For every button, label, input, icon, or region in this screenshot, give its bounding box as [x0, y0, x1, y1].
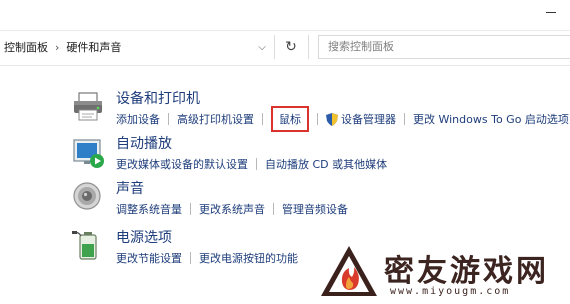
title-bar	[0, 0, 570, 28]
change-power-saving-link[interactable]: 更改节能设置	[116, 250, 182, 266]
divider	[308, 35, 309, 59]
category-autoplay: 自动播放 更改媒体或设备的默认设置 自动播放 CD 或其他媒体	[72, 133, 570, 177]
divider	[168, 113, 169, 125]
mouse-link-highlight: 鼠标	[271, 106, 309, 132]
divider	[190, 252, 191, 264]
divider	[274, 35, 275, 59]
category-links: 添加设备 高级打印机设置 鼠标 设备管理器 更改 Windows To Go 启…	[116, 106, 569, 132]
shield-icon	[326, 112, 338, 126]
watermark-logo-icon	[318, 242, 380, 300]
device-manager-link[interactable]: 设备管理器	[341, 111, 396, 127]
breadcrumb[interactable]: 控制面板 › 硬件和声音	[4, 35, 270, 59]
minimize-button[interactable]	[546, 12, 556, 13]
watermark-text: 密友游戏网	[384, 254, 549, 289]
category-links: 调整系统音量 更改系统声音 管理音频设备	[116, 201, 348, 217]
divider	[404, 113, 405, 125]
adjust-volume-link[interactable]: 调整系统音量	[116, 201, 182, 217]
manage-audio-devices-link[interactable]: 管理音频设备	[282, 201, 348, 217]
add-device-link[interactable]: 添加设备	[116, 111, 160, 127]
category-links: 更改媒体或设备的默认设置 自动播放 CD 或其他媒体	[116, 156, 387, 172]
divider	[317, 113, 318, 125]
autoplay-cd-link[interactable]: 自动播放 CD 或其他媒体	[265, 156, 387, 172]
autoplay-icon	[72, 135, 106, 169]
windows-to-go-link[interactable]: 更改 Windows To Go 启动选项	[413, 111, 569, 127]
advanced-printer-settings-link[interactable]: 高级打印机设置	[177, 111, 254, 127]
divider	[256, 158, 257, 170]
category-title[interactable]: 声音	[116, 178, 144, 198]
divider	[273, 203, 274, 215]
chevron-right-icon: ›	[55, 40, 60, 54]
refresh-icon[interactable]: ↻	[280, 35, 302, 59]
power-button-function-link[interactable]: 更改电源按钮的功能	[199, 250, 298, 266]
change-system-sounds-link[interactable]: 更改系统声音	[199, 201, 265, 217]
divider	[262, 113, 263, 125]
breadcrumb-item[interactable]: 控制面板	[4, 39, 48, 55]
category-title[interactable]: 设备和打印机	[116, 88, 200, 108]
watermark: 密友游戏网 www.miyougm.com	[318, 240, 570, 304]
chevron-down-icon[interactable]: ⌵	[253, 35, 271, 59]
change-default-settings-link[interactable]: 更改媒体或设备的默认设置	[116, 156, 248, 172]
category-sound: 声音 调整系统音量 更改系统声音 管理音频设备	[72, 178, 570, 222]
speaker-icon	[72, 180, 106, 214]
category-devices-and-printers: 设备和打印机 添加设备 高级打印机设置 鼠标 设备管理器 更改 Windows …	[72, 88, 570, 132]
battery-icon	[72, 229, 106, 263]
search-input[interactable]: 搜索控制面板	[318, 35, 570, 59]
breadcrumb-item[interactable]: 硬件和声音	[66, 39, 121, 55]
divider	[190, 203, 191, 215]
mouse-link[interactable]: 鼠标	[279, 111, 301, 127]
category-links: 更改节能设置 更改电源按钮的功能	[116, 250, 298, 266]
watermark-url: www.miyougm.com	[390, 286, 511, 297]
printer-icon	[72, 90, 106, 124]
category-title[interactable]: 电源选项	[116, 227, 172, 247]
category-title[interactable]: 自动播放	[116, 133, 172, 153]
